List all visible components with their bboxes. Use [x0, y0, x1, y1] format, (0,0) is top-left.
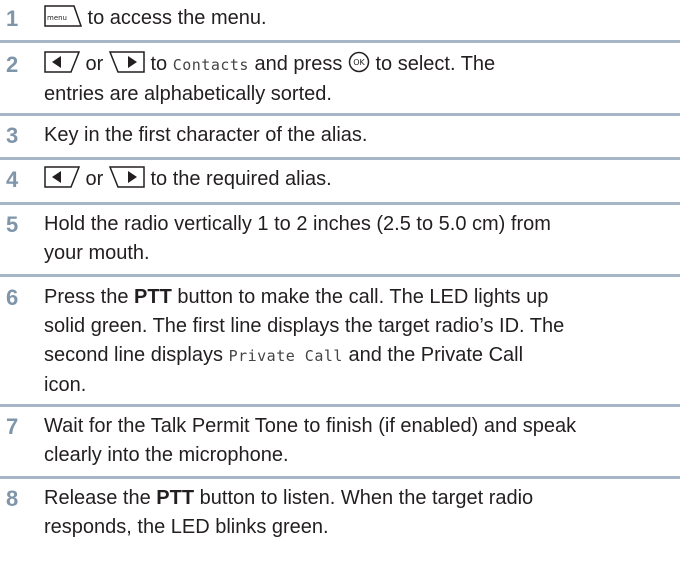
step-6-line-3-post: and the Private Call: [342, 344, 524, 366]
release-text: Release the: [44, 487, 157, 509]
step-text: or to the required alias.: [44, 165, 674, 194]
right-arrow-key-icon: [108, 51, 145, 73]
select-text: to select. The: [369, 53, 496, 75]
step-2-line-2: entries are alphabetically sorted.: [44, 83, 332, 105]
right-arrow-key-icon: [108, 166, 145, 188]
step-4: 4 or to the required alias.: [0, 160, 680, 200]
step-7-line-2: clearly into the microphone.: [44, 444, 289, 466]
step-text: or to Contacts and press OK to select. T…: [44, 50, 674, 109]
step-text: Press the PTT button to make the call. T…: [44, 283, 674, 400]
step-number: 5: [6, 212, 19, 237]
step-number: 7: [6, 414, 19, 439]
press-text: Press the: [44, 286, 135, 308]
step-number: 4: [6, 167, 19, 192]
step-6-line-3-pre: second line displays: [44, 344, 229, 366]
contacts-menu-label: Contacts: [172, 56, 249, 74]
step-5: 5 Hold the radio vertically 1 to 2 inche…: [0, 205, 680, 273]
step-7-line-1: Wait for the Talk Permit Tone to finish …: [44, 415, 577, 437]
step-6: 6 Press the PTT button to make the call.…: [0, 277, 680, 402]
left-arrow-key-icon: [44, 51, 80, 73]
or-text: or: [80, 168, 109, 190]
step-5-line-1: Hold the radio vertically 1 to 2 inches …: [44, 213, 551, 235]
step-8-line-1: button to listen. When the target radio: [194, 487, 534, 509]
step-8-line-2: responds, the LED blinks green.: [44, 516, 329, 538]
step-1: 1 menu to access the menu.: [0, 0, 680, 40]
ok-button-icon: OK: [348, 51, 370, 73]
step-number: 2: [6, 52, 19, 77]
menu-key-icon: menu: [44, 5, 82, 27]
step-7: 7 Wait for the Talk Permit Tone to finis…: [0, 407, 680, 475]
step-8: 8 Release the PTT button to listen. When…: [0, 479, 680, 559]
step-1-text: to access the menu.: [82, 7, 267, 29]
step-text: Hold the radio vertically 1 to 2 inches …: [44, 210, 674, 268]
step-2: 2 or to Contacts and press OK to select.…: [0, 43, 680, 113]
to-text: to: [144, 53, 173, 75]
svg-text:OK: OK: [353, 58, 365, 67]
step-5-line-2: your mouth.: [44, 242, 150, 264]
step-text: Key in the first character of the alias.: [44, 124, 368, 146]
step-4-text: to the required alias.: [144, 168, 332, 190]
step-number: 1: [6, 6, 19, 31]
ptt-label: PTT: [156, 487, 195, 509]
step-number: 3: [6, 123, 19, 148]
step-3: 3 Key in the first character of the alia…: [0, 116, 680, 156]
left-arrow-key-icon: [44, 166, 80, 188]
svg-text:menu: menu: [47, 14, 67, 22]
or-text: or: [80, 53, 109, 75]
step-6-line-4: icon.: [44, 374, 87, 396]
step-number: 6: [6, 285, 19, 310]
private-call-display-text: Private Call: [228, 347, 343, 365]
step-text: Release the PTT button to listen. When t…: [44, 484, 674, 542]
press-text: and press: [248, 53, 348, 75]
step-6-line-2: solid green. The first line displays the…: [44, 315, 565, 337]
step-number: 8: [6, 486, 19, 511]
step-text: Wait for the Talk Permit Tone to finish …: [44, 412, 674, 470]
step-text: menu to access the menu.: [44, 4, 674, 33]
ptt-label: PTT: [134, 286, 172, 308]
step-6-line-1: button to make the call. The LED lights …: [171, 286, 549, 308]
